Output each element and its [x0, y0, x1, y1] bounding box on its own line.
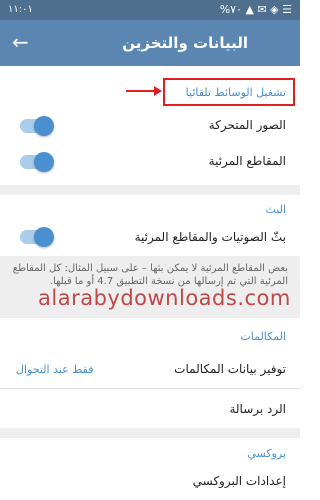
setting-label-streaming: بثّ الصوتيات والمقاطع المرئية	[134, 230, 286, 244]
toggle-knob	[34, 152, 54, 172]
status-bar: ١١:٠١ %٧٠ ▲ ✉ ◈ ☰	[0, 0, 300, 20]
call-data-value[interactable]: فقط عند التجوال	[16, 363, 93, 376]
setting-row-videos[interactable]: المقاطع المرئية	[0, 142, 300, 178]
toggle-videos[interactable]	[20, 152, 54, 172]
annotation-arrow-icon	[126, 86, 162, 96]
status-indicator-icons: ▲ ✉ ◈ ☰	[245, 3, 292, 16]
app-bar: ← البيانات والتخزين	[0, 20, 300, 66]
setting-row-gifs[interactable]: الصور المتحركة	[0, 108, 300, 142]
streaming-note: بعض المقاطع المرئية لا يمكن بثها – على س…	[12, 263, 288, 287]
setting-row-call-data[interactable]: توفير بيانات المكالمات فقط عند التجوال	[0, 352, 300, 386]
status-time: ١١:٠١	[8, 4, 33, 15]
proxy-header: بروكسي	[247, 447, 286, 460]
arrow-back-icon[interactable]: ←	[12, 31, 29, 53]
status-icons: %٧٠ ▲ ✉ ◈ ☰	[220, 3, 292, 16]
setting-label-reply: الرد برسالة	[229, 402, 286, 416]
section-gap	[0, 185, 300, 195]
watermark-text: alarabydownloads.com	[38, 286, 291, 310]
calls-header: المكالمات	[240, 330, 286, 343]
page-title: البيانات والتخزين	[122, 34, 248, 52]
toggle-gifs[interactable]	[20, 116, 54, 136]
setting-label-call-data: توفير بيانات المكالمات	[174, 362, 286, 376]
streaming-header: البث	[265, 203, 286, 216]
section-gap	[0, 428, 300, 438]
setting-label-gifs: الصور المتحركة	[208, 118, 286, 132]
highlight-box	[163, 78, 295, 106]
toggle-knob	[34, 116, 54, 136]
setting-label-proxy: إعدادات البروكسي	[192, 474, 286, 488]
setting-row-streaming[interactable]: بثّ الصوتيات والمقاطع المرئية	[0, 222, 300, 252]
status-battery: %٧٠	[219, 3, 242, 16]
toggle-streaming[interactable]	[20, 227, 54, 247]
setting-row-reply[interactable]: الرد برسالة	[0, 390, 300, 426]
divider	[0, 388, 300, 389]
toggle-knob	[34, 227, 54, 247]
setting-label-videos: المقاطع المرئية	[208, 154, 286, 168]
setting-row-proxy[interactable]: إعدادات البروكسي	[0, 466, 300, 500]
